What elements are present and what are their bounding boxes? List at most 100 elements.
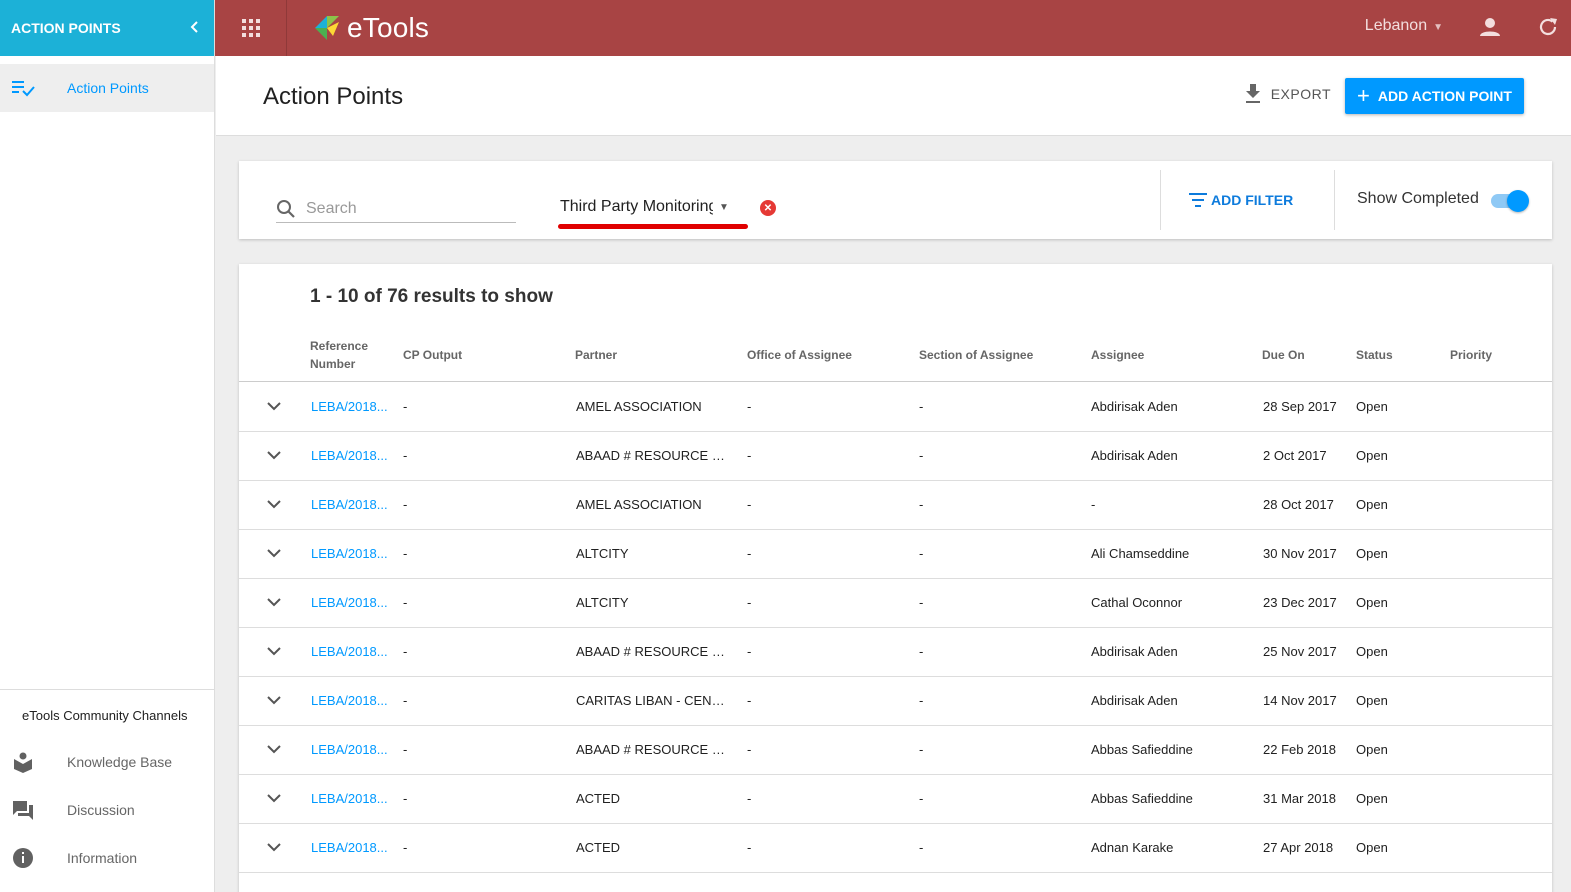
cell-cp-output: -	[403, 448, 408, 463]
add-filter-button[interactable]: ADD FILTER	[1189, 192, 1293, 208]
column-header-partner[interactable]: Partner	[575, 346, 617, 364]
cell-partner: AMEL ASSOCIATION	[576, 399, 702, 414]
search-placeholder: Search	[306, 199, 357, 217]
reference-link[interactable]: LEBA/2018...	[311, 644, 388, 659]
cell-office: -	[747, 644, 752, 659]
column-header-priority[interactable]: Priority	[1450, 346, 1492, 364]
table-row[interactable]: LEBA/2018... - AMEL ASSOCIATION - - -28 Oct 2…	[239, 481, 1552, 530]
cell-due-on: 22 Feb 2018	[1263, 742, 1337, 757]
search-input[interactable]: Search	[276, 195, 516, 223]
add-action-point-button[interactable]: + ADD ACTION POINT	[1345, 78, 1524, 114]
refresh-icon[interactable]	[1537, 16, 1559, 43]
results-count: 1 - 10 of 76 results to show	[310, 286, 553, 307]
expand-row-icon[interactable]	[265, 446, 283, 469]
module-filter-dropdown[interactable]: Third Party Monitoring ▼	[560, 198, 732, 216]
community-channels: eTools Community Channels Knowledge Base…	[0, 689, 214, 892]
table-row[interactable]: LEBA/2018... - ALTCITY - - Ali Chamseddine 30 …	[239, 530, 1552, 579]
expand-row-icon[interactable]	[265, 691, 283, 714]
reference-link[interactable]: LEBA/2018...	[311, 840, 388, 855]
column-header-assignee[interactable]: Assignee	[1091, 346, 1144, 364]
cell-assignee: Abbas Safieddine	[1091, 791, 1193, 806]
cell-due-on: 28 Oct 2017	[1263, 497, 1334, 512]
cell-assignee: Cathal Oconnor	[1091, 595, 1183, 610]
table-row[interactable]: LEBA/2018... - ABAAD # RESOURCE CE... - - Abb…	[239, 726, 1552, 775]
column-header-due-on[interactable]: Due On	[1262, 346, 1305, 364]
column-header-cp-output[interactable]: CP Output	[403, 346, 462, 364]
country-selector[interactable]: Lebanon ▼	[1365, 17, 1443, 35]
expand-row-icon[interactable]	[265, 740, 283, 763]
information-link[interactable]: Information	[0, 834, 214, 882]
cell-partner: ABAAD # RESOURCE CE...	[576, 448, 728, 463]
reference-link[interactable]: LEBA/2018...	[311, 448, 388, 463]
reference-link[interactable]: LEBA/2018...	[311, 791, 388, 806]
apps-grid-icon[interactable]	[215, 0, 287, 56]
collapse-sidebar-icon[interactable]	[188, 17, 202, 40]
expand-row-icon[interactable]	[265, 397, 283, 420]
cell-status: Open	[1356, 546, 1388, 561]
cell-partner: AMEL ASSOCIATION	[576, 497, 702, 512]
cell-assignee: Abdirisak Aden	[1091, 399, 1178, 414]
cell-office: -	[747, 497, 752, 512]
reference-link[interactable]: LEBA/2018...	[311, 399, 388, 414]
expand-row-icon[interactable]	[265, 838, 283, 861]
divider	[1334, 170, 1335, 230]
cell-status: Open	[1356, 448, 1388, 463]
download-icon	[1245, 84, 1260, 103]
cell-cp-output: -	[403, 742, 408, 757]
expand-row-icon[interactable]	[265, 495, 283, 518]
add-action-point-label: ADD ACTION POINT	[1377, 88, 1512, 104]
reference-link[interactable]: LEBA/2018...	[311, 693, 388, 708]
cell-status: Open	[1356, 791, 1388, 806]
show-completed-toggle[interactable]	[1491, 190, 1529, 212]
results-table: 1 - 10 of 76 results to show Reference N…	[239, 264, 1552, 892]
cell-office: -	[747, 791, 752, 806]
table-row[interactable]: LEBA/2018... - AMEL ASSOCIATION - - Abdirisak…	[239, 383, 1552, 432]
sidebar-header: ACTION POINTS	[0, 0, 214, 56]
table-row[interactable]: LEBA/2018... - CARITAS LIBAN - CENTR... - - A…	[239, 677, 1552, 726]
cell-section: -	[919, 546, 924, 561]
reference-link[interactable]: LEBA/2018...	[311, 546, 388, 561]
user-icon[interactable]	[1479, 16, 1501, 43]
cell-status: Open	[1356, 497, 1388, 512]
table-row[interactable]: LEBA/2018... - ABAAD # RESOURCE CE... - - Abd…	[239, 628, 1552, 677]
cell-office: -	[747, 693, 752, 708]
cell-cp-output: -	[403, 595, 408, 610]
knowledge-base-label: Knowledge Base	[67, 754, 173, 770]
cell-partner: ACTED	[576, 791, 621, 806]
clear-filter-icon[interactable]: ✕	[760, 200, 776, 216]
sidebar-item-label: Action Points	[67, 80, 149, 96]
filter-bar: Search Third Party Monitoring ▼ ✕ ADD FIL…	[239, 161, 1552, 239]
cell-assignee: -	[1091, 497, 1096, 512]
cell-section: -	[919, 840, 924, 855]
knowledge-base-link[interactable]: Knowledge Base	[0, 738, 214, 786]
sidebar-title: ACTION POINTS	[11, 20, 121, 36]
sidebar-item-action-points[interactable]: Action Points	[0, 64, 214, 112]
cell-due-on: 23 Dec 2017	[1263, 595, 1337, 610]
discussion-link[interactable]: Discussion	[0, 786, 214, 834]
table-row[interactable]: LEBA/2018... - ABAAD # RESOURCE CE... - - Abd…	[239, 432, 1552, 481]
show-completed-label: Show Completed	[1357, 190, 1479, 207]
cell-partner: ABAAD # RESOURCE CE...	[576, 644, 728, 659]
reference-link[interactable]: LEBA/2018...	[311, 497, 388, 512]
reference-link[interactable]: LEBA/2018...	[311, 742, 388, 757]
cell-status: Open	[1356, 644, 1388, 659]
expand-row-icon[interactable]	[265, 593, 283, 616]
cell-section: -	[919, 742, 924, 757]
column-header-status[interactable]: Status	[1356, 346, 1393, 364]
cell-section: -	[919, 644, 924, 659]
cell-due-on: 14 Nov 2017	[1263, 693, 1337, 708]
table-row[interactable]: LEBA/2018... - ACTED - - Adnan Karake 27 Apr 2…	[239, 824, 1552, 873]
column-header-reference[interactable]: Reference Number	[310, 337, 390, 373]
table-row[interactable]: LEBA/2018... - ACTED - - Abbas Safieddine 31 M…	[239, 775, 1552, 824]
reference-link[interactable]: LEBA/2018...	[311, 595, 388, 610]
cell-partner: ALTCITY	[576, 595, 629, 610]
expand-row-icon[interactable]	[265, 642, 283, 665]
expand-row-icon[interactable]	[265, 789, 283, 812]
table-row[interactable]: LEBA/2018... - ALTCITY - - Cathal Oconnor 23 D…	[239, 579, 1552, 628]
export-button[interactable]: EXPORT	[1245, 84, 1331, 104]
column-header-section[interactable]: Section of Assignee	[919, 346, 1033, 364]
expand-row-icon[interactable]	[265, 544, 283, 567]
community-title: eTools Community Channels	[22, 708, 188, 723]
column-header-office[interactable]: Office of Assignee	[747, 346, 852, 364]
info-icon	[0, 847, 67, 869]
